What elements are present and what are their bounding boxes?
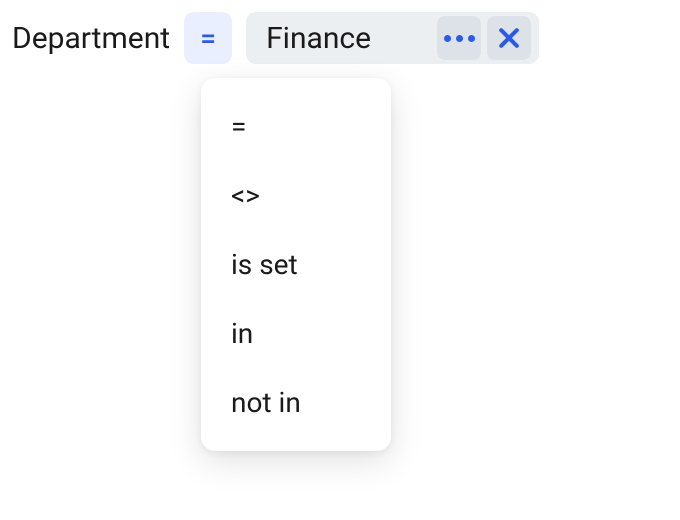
filter-row: Department = Finance [12,12,668,64]
remove-filter-button[interactable] [487,16,531,60]
more-options-button[interactable] [437,16,481,60]
close-icon [497,26,521,50]
filter-value-label[interactable]: Finance [266,21,431,56]
filter-field-label: Department [12,21,170,56]
operator-dropdown: = <> is set in not in [201,78,391,451]
operator-selector[interactable]: = [184,12,232,64]
more-icon [444,35,475,42]
operator-option-equals[interactable]: = [201,92,391,161]
operator-option-not-in[interactable]: not in [201,368,391,437]
operator-option-not-equals[interactable]: <> [201,161,391,230]
operator-option-is-set[interactable]: is set [201,230,391,299]
operator-option-in[interactable]: in [201,299,391,368]
operator-selected-label: = [200,22,216,55]
filter-value-group: Finance [246,12,539,64]
